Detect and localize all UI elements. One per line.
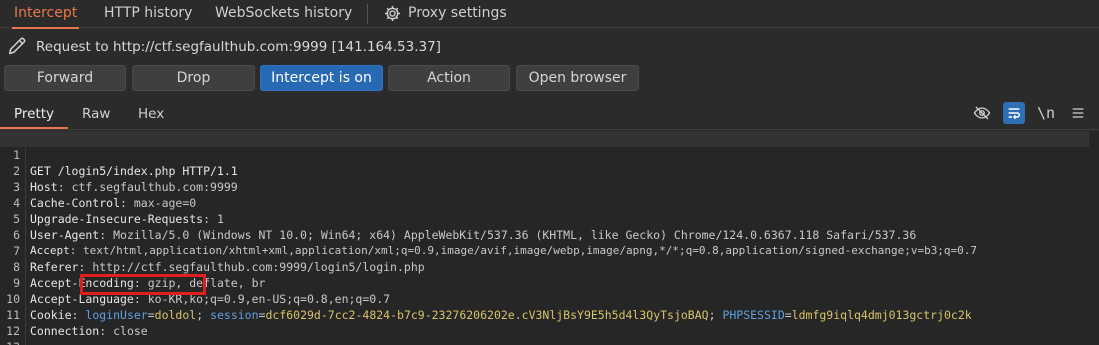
line-number: 13 <box>0 339 20 345</box>
intercept-toggle-button[interactable]: Intercept is on <box>260 65 383 91</box>
proxy-settings-label: Proxy settings <box>408 5 507 21</box>
editor-line: 1 GET /login5/index.php HTTP/1.1 <box>0 131 1089 178</box>
request-target-label: Request to http://ctf.segfaulthub.com:99… <box>36 39 441 55</box>
top-tab-bar: Intercept HTTP history WebSockets histor… <box>0 0 1099 29</box>
wrap-lines-toggle[interactable] <box>1003 102 1025 124</box>
hide-nonprintable-toggle[interactable] <box>971 102 993 124</box>
eye-off-icon <box>973 106 991 120</box>
editor-view-tabs: Pretty Raw Hex <box>0 100 1099 130</box>
gear-icon <box>384 5 401 22</box>
editor-line: 3 Cache-Control: max-age=0 <box>0 163 1099 210</box>
editor-line: 6 Accept: text/html,application/xhtml+xm… <box>0 211 1099 257</box>
editor-line: 2 Host: ctf.segfaulthub.com:9999 <box>0 147 1099 194</box>
editor-line: 12 <box>0 307 1099 338</box>
request-editor[interactable]: 1 GET /login5/index.php HTTP/1.1 2 Host:… <box>0 131 1099 345</box>
editor-line: 5 User-Agent: Mozilla/5.0 (Windows NT 10… <box>0 195 1099 242</box>
tab-pretty[interactable]: Pretty <box>0 106 69 129</box>
tab-raw[interactable]: Raw <box>82 106 110 122</box>
tab-divider <box>367 4 368 24</box>
pencil-icon <box>8 37 26 55</box>
highlight-box <box>80 274 206 295</box>
menu-icon[interactable] <box>1067 102 1089 124</box>
request-info: Request to http://ctf.segfaulthub.com:99… <box>0 33 1099 61</box>
action-button[interactable]: Action <box>388 65 510 91</box>
editor-line: 8 Accept-Encoding: gzip, deflate, br <box>0 243 1099 290</box>
tab-proxy-settings[interactable]: Proxy settings <box>383 0 513 28</box>
editor-line: 13 <box>0 323 1099 345</box>
editor-line: 7 Referer: http://ctf.segfaulthub.com:99… <box>0 227 1099 274</box>
editor-line: 4 Upgrade-Insecure-Requests: 1 <box>0 179 1099 226</box>
editor-line: 9 Accept-Language: ko-KR,ko;q=0.9,en-US;… <box>0 259 1099 306</box>
wrap-lines-icon <box>1008 108 1021 120</box>
hamburger-icon <box>1072 108 1084 118</box>
tab-http-history[interactable]: HTTP history <box>104 0 192 28</box>
forward-button[interactable]: Forward <box>4 65 126 91</box>
tab-hex[interactable]: Hex <box>138 106 164 122</box>
newline-toggle[interactable]: \n <box>1035 102 1057 124</box>
tab-intercept[interactable]: Intercept <box>11 0 80 29</box>
open-browser-button[interactable]: Open browser <box>516 65 639 91</box>
tab-websockets-history[interactable]: WebSockets history <box>215 0 352 28</box>
drop-button[interactable]: Drop <box>132 65 255 91</box>
